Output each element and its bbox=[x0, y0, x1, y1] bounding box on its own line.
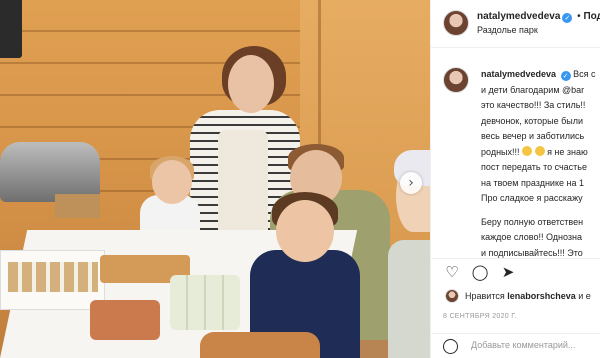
speaker bbox=[0, 0, 22, 58]
post-side-panel: natalymedvedeva ✓ • Под Раздолье парк nat… bbox=[430, 0, 600, 358]
snack-sticks bbox=[8, 262, 98, 292]
caption-line: на твоем празднике на 1 bbox=[481, 177, 584, 188]
caption-line: весь вечер и заботились bbox=[481, 131, 585, 141]
comment-input[interactable]: Добавьте комментарий... bbox=[471, 340, 575, 350]
chevron-right-icon[interactable]: › bbox=[400, 172, 422, 194]
post-header: natalymedvedeva ✓ • Под Раздолье парк bbox=[431, 0, 600, 48]
caption-line: каждое слово!! Однозна bbox=[481, 232, 582, 242]
caption-line: Беру полную ответствен bbox=[481, 216, 584, 227]
bread-basket bbox=[55, 194, 100, 218]
caption-line: это качество!!! За стиль!! bbox=[481, 100, 586, 110]
heart-icon[interactable]: ♡ bbox=[443, 263, 461, 281]
verified-icon: ✓ bbox=[562, 13, 573, 23]
caption-line: Про сладкое я расскажу bbox=[481, 193, 583, 203]
emoji-picker-icon[interactable] bbox=[443, 339, 458, 354]
woman-face bbox=[228, 55, 274, 113]
girl-face bbox=[152, 160, 192, 204]
comment-bar: Добавьте комментарий... bbox=[431, 333, 600, 358]
caption-line: пост передать то счастье bbox=[481, 162, 588, 172]
emoji-icon bbox=[534, 145, 545, 156]
avatar[interactable] bbox=[443, 67, 469, 93]
follow-button[interactable]: Под bbox=[583, 11, 600, 22]
child-shirt bbox=[388, 240, 430, 358]
boy-face bbox=[276, 200, 334, 262]
action-bar: ♡ ◯ ➤ bbox=[431, 258, 600, 282]
caption-line: девчонок, которые были bbox=[481, 115, 583, 126]
emoji-icon bbox=[522, 145, 533, 156]
comment-icon[interactable]: ◯ bbox=[471, 263, 489, 281]
separator: • bbox=[577, 11, 581, 22]
pastry-box bbox=[90, 300, 160, 340]
croissants bbox=[200, 332, 320, 358]
location-link[interactable]: Раздолье парк bbox=[477, 25, 538, 35]
username-row: natalymedvedeva ✓ • Под bbox=[477, 11, 600, 23]
username-link[interactable]: natalymedvedeva bbox=[477, 11, 560, 22]
post-date[interactable]: 8 СЕНТЯБРЯ 2020 Г. bbox=[443, 313, 517, 320]
caption: natalymedvedeva ✓ Вся с и дети благодари… bbox=[481, 67, 599, 261]
post-photo[interactable]: › bbox=[0, 0, 430, 358]
dessert-cups bbox=[170, 275, 240, 330]
caption-line: natalymedvedeva ✓ Вся с bbox=[481, 69, 596, 81]
share-icon[interactable]: ➤ bbox=[499, 263, 517, 281]
caption-line: и дети благодарим @bar bbox=[481, 84, 585, 95]
caption-line: родных!!! я не знаю bbox=[481, 145, 588, 157]
likes-summary[interactable]: Нравится lenaborshcheva и е bbox=[465, 291, 591, 301]
chafing-dish bbox=[0, 142, 100, 202]
verified-icon: ✓ bbox=[560, 71, 571, 81]
caption-author[interactable]: natalymedvedeva bbox=[481, 69, 556, 79]
avatar[interactable] bbox=[443, 10, 469, 36]
avatar bbox=[445, 289, 459, 303]
